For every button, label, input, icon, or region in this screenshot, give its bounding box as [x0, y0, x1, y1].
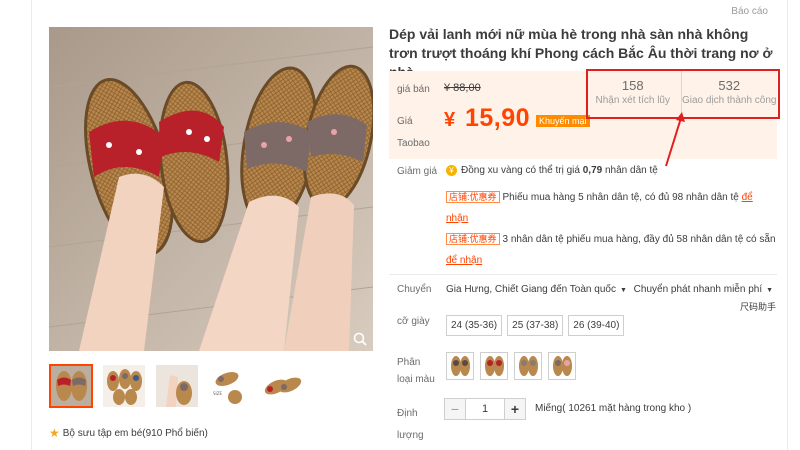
coupon-2-tag: 店铺:优惠券 [446, 233, 500, 245]
thumbnail-3[interactable] [155, 364, 199, 408]
color-swatch-1[interactable] [446, 352, 474, 380]
coupon-1: 店铺:优惠券 Phiếu mua hàng 5 nhân dân tệ, có đ… [446, 187, 776, 229]
size-label: cỡ giày [397, 316, 430, 327]
coupon-1-text: Phiếu mua hàng 5 nhân dân tệ, có đủ 98 n… [502, 192, 739, 203]
original-price-label: giá bán [397, 84, 430, 95]
favorite-text: Bộ sưu tập em bé(910 Phổ biến) [62, 427, 208, 439]
quantity-stepper: − 1 + [444, 398, 526, 420]
shipping-route-select[interactable]: Gia Hưng, Chiết Giang đến Toàn quốc ▼ [446, 284, 631, 295]
caret-down-icon: ▼ [766, 287, 774, 294]
svg-text:SIZE: SIZE [213, 391, 222, 396]
shipping-method-select[interactable]: Chuyển phát nhanh miễn phí ▼ [634, 284, 777, 295]
favorite-link[interactable]: ★ Bộ sưu tập em bé(910 Phổ biến) [49, 426, 208, 440]
thumbnail-4[interactable]: SIZE [208, 364, 252, 408]
thumbnail-5[interactable] [261, 364, 305, 408]
size-option-25[interactable]: 25 (37-38) [507, 315, 564, 336]
gold-coin-row: ¥ Đồng xu vàng có thể trị giá 0,79 nhân … [446, 165, 658, 176]
color-label: Phân loại màu [397, 357, 435, 385]
main-product-image[interactable] [49, 27, 373, 351]
color-swatches [446, 352, 576, 380]
divider [389, 274, 777, 275]
shipping-row: Gia Hưng, Chiết Giang đến Toàn quốc ▼ Chu… [446, 284, 777, 295]
color-swatch-3[interactable] [514, 352, 542, 380]
size-options: 24 (35-36) 25 (37-38) 26 (39-40) [446, 315, 625, 336]
caret-down-icon: ▼ [619, 287, 627, 294]
color-swatch-4[interactable] [548, 352, 576, 380]
coin-text: Đồng xu vàng có thể trị giá 0,79 nhân dâ… [461, 165, 658, 176]
currency-symbol: ¥ [444, 109, 456, 131]
report-link[interactable]: Báo cáo [731, 6, 768, 17]
star-icon: ★ [49, 426, 60, 440]
thumbnail-strip: SIZE [49, 364, 305, 408]
annotation-arrow [665, 112, 685, 167]
taobao-price-label: Giá Taobao [397, 116, 430, 149]
color-swatch-2[interactable] [480, 352, 508, 380]
coupon-2-text: 3 nhân dân tệ phiếu mua hàng, đầy đủ 58 … [502, 234, 776, 245]
stock-text: Miếng( 10261 mặt hàng trong kho ) [535, 403, 692, 414]
thumbnail-2[interactable] [102, 364, 146, 408]
coin-value: 0,79 [582, 165, 603, 176]
coupon-1-tag: 店铺:优惠券 [446, 191, 500, 203]
decrease-button[interactable]: − [444, 398, 466, 420]
coupon-2: 店铺:优惠券 3 nhân dân tệ phiếu mua hàng, đầy … [446, 229, 776, 271]
original-price: ¥ 88,00 [444, 82, 481, 94]
discount-label: Giảm giá [397, 166, 438, 177]
coupon-2-claim-link[interactable]: để nhận [446, 255, 482, 266]
size-option-24[interactable]: 24 (35-36) [446, 315, 503, 336]
size-option-26[interactable]: 26 (39-40) [568, 315, 625, 336]
thumbnail-1[interactable] [49, 364, 93, 408]
coin-icon: ¥ [446, 165, 457, 176]
zoom-icon[interactable] [353, 332, 367, 346]
quantity-input[interactable]: 1 [466, 398, 504, 420]
size-helper-link[interactable]: 尺码助手 [740, 300, 776, 313]
promo-badge: Khuyến mại [536, 115, 590, 127]
shipping-label: Chuyển [397, 284, 432, 295]
quantity-label: Định lượng [397, 408, 424, 441]
increase-button[interactable]: + [504, 398, 526, 420]
sale-price: 15,90 [465, 104, 531, 132]
